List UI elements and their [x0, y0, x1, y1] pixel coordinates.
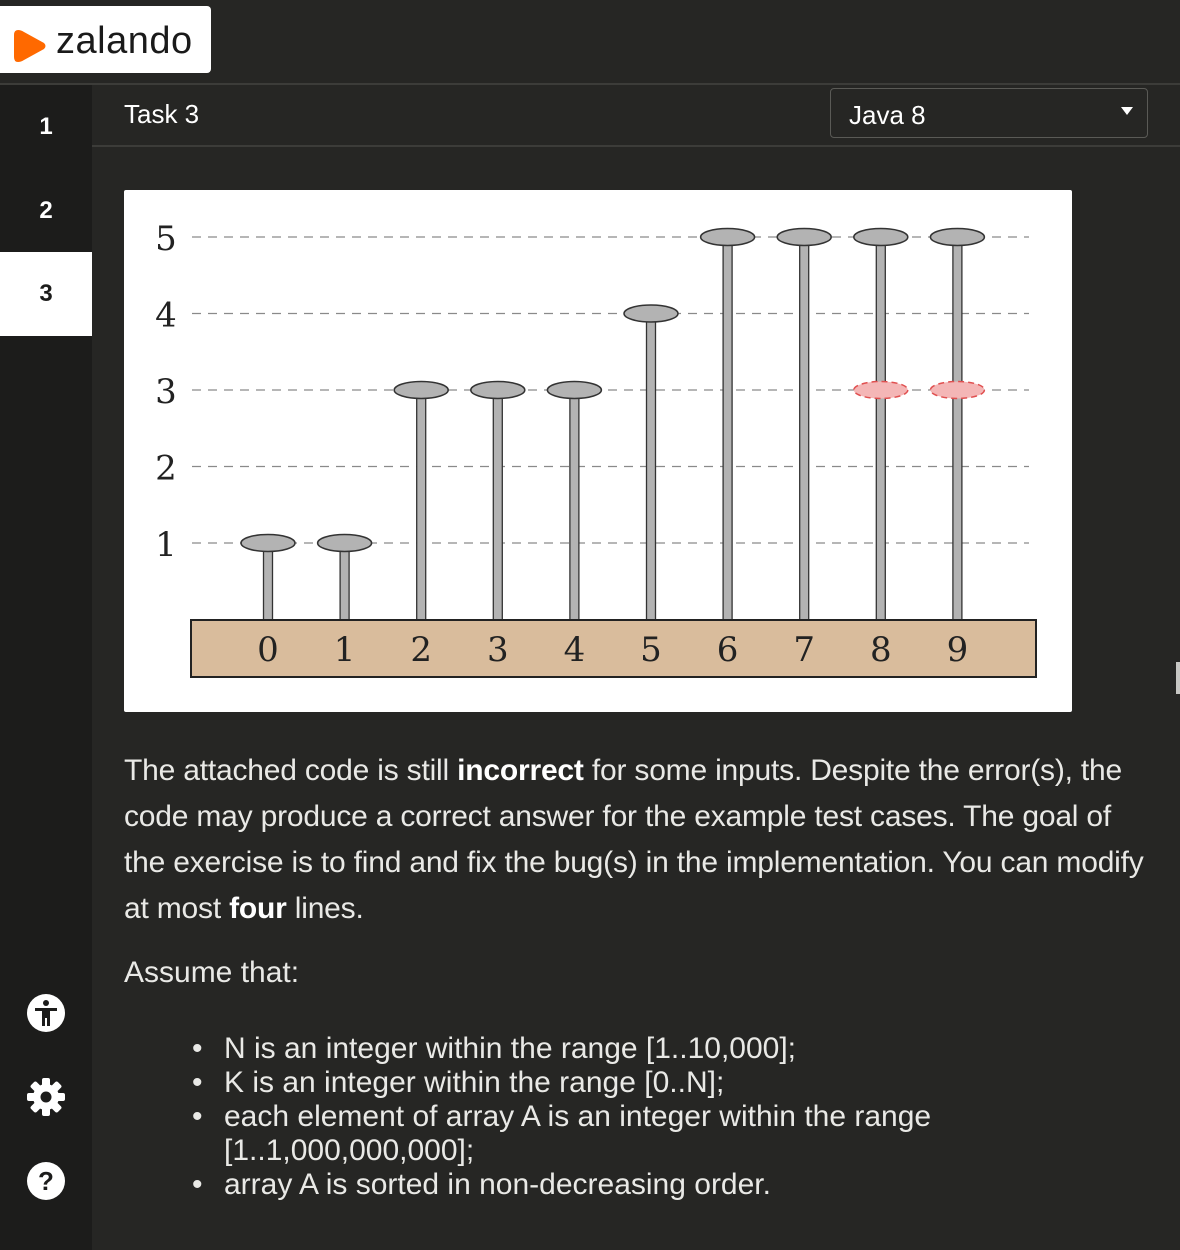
nail-head [623, 304, 679, 323]
base-index-label: 6 [717, 630, 739, 670]
nail-head-highlight [929, 380, 986, 400]
nail-shaft [875, 236, 886, 621]
nail-shaft [799, 236, 810, 621]
task-number: 1 [39, 113, 53, 140]
help-icon[interactable]: ? [26, 1161, 66, 1201]
zalando-logo[interactable]: zalando [0, 6, 211, 73]
zalando-logo-mark [14, 30, 46, 62]
accessibility-icon[interactable] [26, 993, 66, 1033]
sidebar-task-2[interactable]: 2 [0, 169, 92, 253]
nail-shaft [339, 542, 350, 621]
nail-head [546, 380, 603, 400]
nail-head [393, 380, 449, 400]
task-header: Task 3 Java 8 [92, 85, 1180, 147]
nail-shaft [952, 236, 963, 621]
nail-head [776, 227, 832, 247]
base-index-label: 3 [487, 630, 509, 670]
nail-head [929, 227, 986, 247]
nail-shaft [645, 312, 657, 621]
svg-text:?: ? [38, 1166, 54, 1196]
top-bar: zalando [0, 0, 1180, 85]
y-tick-label: 3 [155, 372, 177, 412]
nail-head [853, 227, 909, 247]
base-index-label: 2 [410, 630, 432, 670]
nail-shaft [262, 542, 274, 621]
base-index-label: 8 [870, 630, 892, 670]
language-value: Java 8 [849, 100, 926, 130]
base-index-label: 0 [257, 630, 279, 670]
base-index-label: 9 [947, 630, 969, 670]
nail-shaft [416, 389, 427, 621]
nail-head-highlight [853, 380, 909, 400]
task-description: The attached code is still incorrect for… [124, 748, 1154, 932]
nail-shaft [569, 389, 580, 621]
task-number: 2 [39, 197, 53, 224]
task-number: 3 [39, 280, 53, 307]
emphasis-incorrect: incorrect [457, 754, 584, 787]
chevron-down-icon [1121, 107, 1133, 115]
list-item: array A is sorted in non-decreasing orde… [192, 1168, 1072, 1202]
task-sidebar: 1 2 3 ? [0, 85, 92, 1250]
language-select[interactable]: Java 8 [830, 88, 1148, 138]
description-text: The attached code is still [124, 754, 458, 787]
y-tick-label: 5 [155, 219, 177, 259]
nail-shaft [492, 389, 503, 621]
nail-head [470, 380, 526, 400]
sidebar-task-1[interactable]: 1 [0, 85, 92, 169]
description-text: lines. [286, 892, 364, 925]
sidebar-task-3[interactable]: 3 [0, 252, 92, 336]
nail-head [699, 227, 756, 247]
assumption-list: N is an integer within the range [1..10,… [192, 1032, 1072, 1202]
list-item: K is an integer within the range [0..N]; [192, 1066, 1072, 1100]
nails-illustration: 5 4 3 2 1 0 1 2 3 4 5 6 7 8 9 [155, 219, 1037, 678]
task-figure: 5 4 3 2 1 0 1 2 3 4 5 6 7 8 9 [124, 190, 1072, 712]
base-index-label: 5 [640, 630, 662, 670]
y-tick-label: 4 [155, 296, 177, 336]
base-index-label: 7 [793, 630, 815, 670]
list-item: each element of array A is an integer wi… [192, 1100, 1072, 1168]
emphasis-four: four [229, 892, 287, 925]
nail-head [240, 533, 296, 553]
gear-icon[interactable] [26, 1077, 66, 1117]
base-index-label: 1 [334, 630, 356, 670]
assume-heading: Assume that: [124, 956, 300, 989]
nail-shaft [722, 236, 733, 621]
y-tick-label: 2 [155, 449, 177, 489]
y-tick-label: 1 [155, 525, 177, 565]
list-item: N is an integer within the range [1..10,… [192, 1032, 1072, 1066]
nail-head [316, 533, 373, 553]
task-title: Task 3 [124, 99, 200, 129]
brand-name: zalando [56, 20, 193, 62]
scrollbar-handle[interactable] [1176, 662, 1180, 694]
base-index-label: 4 [564, 630, 586, 670]
nail-base-board [190, 619, 1037, 678]
